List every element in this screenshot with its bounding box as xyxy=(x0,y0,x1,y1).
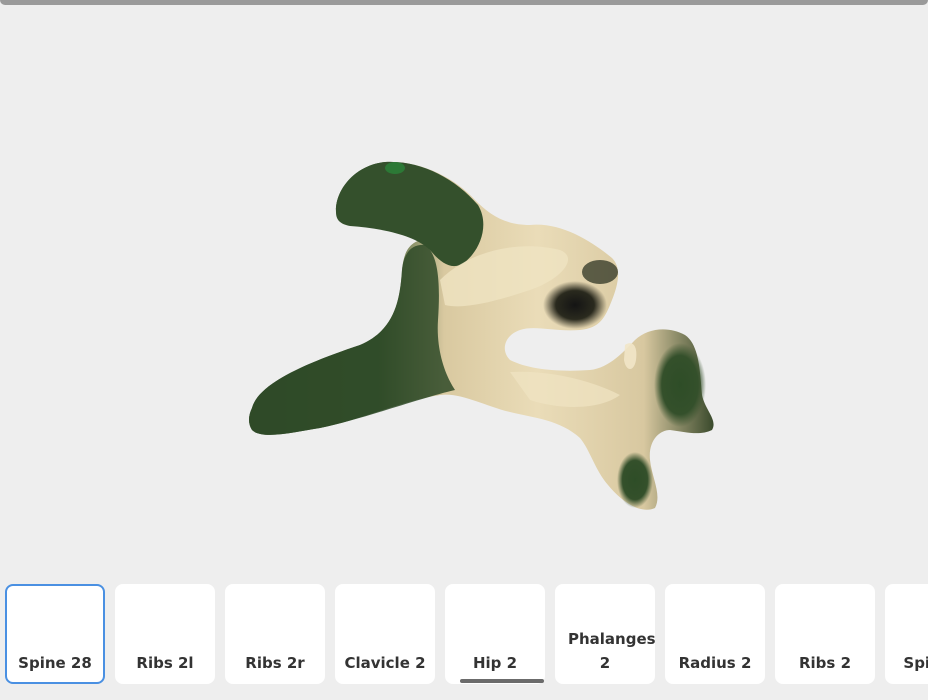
thumbnail-ribs-2l[interactable]: Ribs 2l xyxy=(115,584,215,684)
thumbnail-label: Hip 2 xyxy=(472,654,518,672)
bone-3d-model[interactable] xyxy=(0,5,928,575)
thumbnail-hip-2[interactable]: Hip 2 xyxy=(445,584,545,684)
thumbnail-label: Radius 2 xyxy=(678,654,752,672)
thumbnail-clavicle-2[interactable]: Clavicle 2 xyxy=(335,584,435,684)
bone-thumbnail-strip: Spine 28 Ribs 2l Ribs 2r Clavicle 2 Hip … xyxy=(0,584,928,684)
thumbnail-label: Ribs 2 xyxy=(798,654,852,672)
thumbnail-spine-28[interactable]: Spine 28 xyxy=(5,584,105,684)
thumbnail-label: Spine 2 xyxy=(903,654,928,672)
thumbnail-radius-2[interactable]: Radius 2 xyxy=(665,584,765,684)
bone-viewer-app: Spine 28 Ribs 2l Ribs 2r Clavicle 2 Hip … xyxy=(0,0,928,700)
thumbnail-scrollbar[interactable] xyxy=(460,679,544,683)
thumbnail-label: Clavicle 2 xyxy=(344,654,426,672)
thumbnail-label: Spine 28 xyxy=(18,654,92,672)
thumbnail-ribs-2[interactable]: Ribs 2 xyxy=(775,584,875,684)
3d-model-viewport[interactable] xyxy=(0,5,928,575)
thumbnail-phalanges-2[interactable]: Phalanges 2 xyxy=(555,584,656,684)
thumbnail-label: Phalanges 2 xyxy=(568,630,656,672)
thumbnail-label: Ribs 2r xyxy=(245,654,305,672)
thumbnail-spine-2[interactable]: Spine 2 xyxy=(885,584,928,684)
thumbnail-ribs-2r[interactable]: Ribs 2r xyxy=(225,584,325,684)
thumbnail-label: Ribs 2l xyxy=(136,654,194,672)
